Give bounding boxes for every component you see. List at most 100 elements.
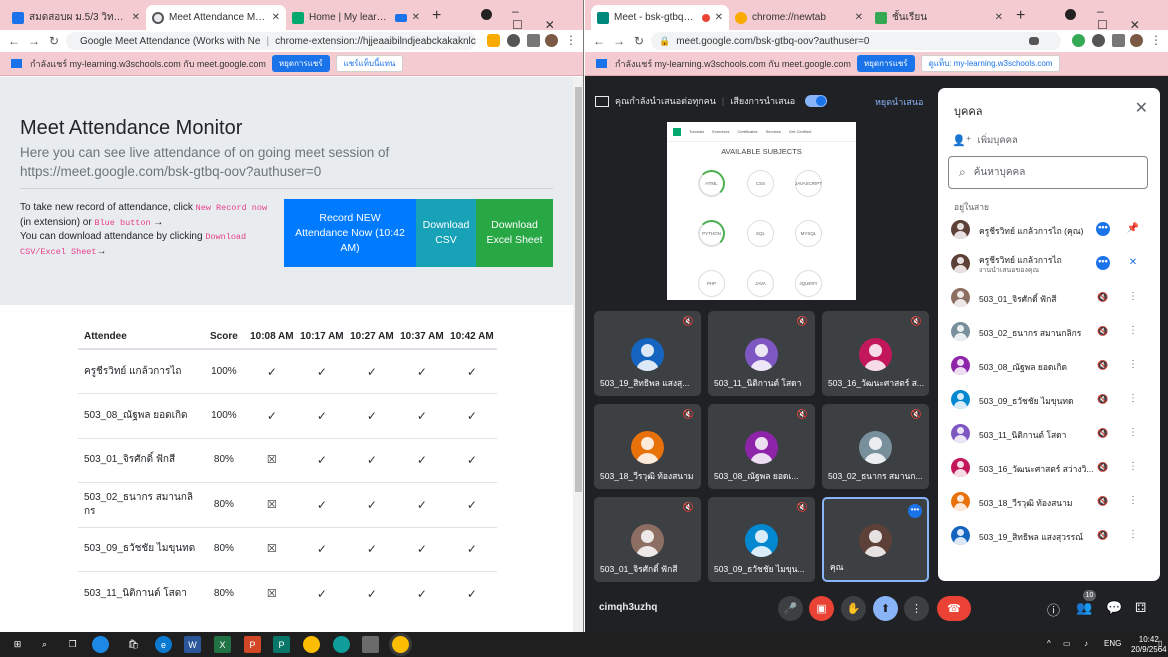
extension-icon[interactable]: [507, 34, 520, 47]
participant-list-item[interactable]: 503_19_สิทธิพล แสงสุวรรณ์ 🔇 ⋮: [938, 520, 1160, 554]
puzzle-extensions-icon[interactable]: [1112, 34, 1125, 47]
more-options-icon[interactable]: •••: [1096, 222, 1110, 236]
tab-classroom[interactable]: สมดสอบผ ม.5/3 วิทยอนเมื่อเช้น ✕: [6, 5, 146, 30]
mic-off-icon[interactable]: 🔇: [1096, 324, 1110, 338]
windows-start-icon[interactable]: ⊞: [9, 636, 26, 653]
self-tile[interactable]: ••• คุณ: [822, 497, 929, 582]
chrome-active-icon[interactable]: [392, 636, 409, 653]
raise-hand-icon[interactable]: ✋: [841, 596, 866, 621]
volume-icon[interactable]: ♪: [1084, 639, 1088, 648]
more-options-icon[interactable]: ⋮: [1126, 358, 1140, 372]
close-tab-icon[interactable]: ✕: [132, 12, 140, 23]
participant-list-item[interactable]: ครูชีรวิทย์ แกล้วการไถ งานนำเสนอของคุณ •…: [938, 248, 1160, 282]
close-tab-icon[interactable]: ✕: [412, 12, 420, 23]
profile-avatar-icon[interactable]: [1130, 34, 1143, 47]
close-tab-icon[interactable]: ✕: [995, 12, 1003, 23]
excel-icon[interactable]: X: [214, 636, 231, 653]
back-icon[interactable]: ←: [589, 34, 609, 48]
participant-tile[interactable]: 🔇 503_19_สิทธิพล แสงสุ...: [594, 311, 701, 396]
more-options-icon[interactable]: ⋮: [1126, 426, 1140, 440]
network-icon[interactable]: ▭: [1063, 639, 1071, 648]
close-panel-icon[interactable]: ✕: [1135, 98, 1148, 118]
more-options-icon[interactable]: ⋮: [1126, 324, 1140, 338]
more-options-icon[interactable]: ⋮: [1126, 528, 1140, 542]
more-options-icon[interactable]: ⋮: [1126, 494, 1140, 508]
puzzle-extensions-icon[interactable]: [527, 34, 540, 47]
extension-icon[interactable]: [1072, 34, 1085, 47]
present-now-icon[interactable]: ⬆: [873, 596, 898, 621]
mic-off-icon[interactable]: 🔇: [1096, 528, 1110, 542]
camera-off-icon[interactable]: ▣: [809, 596, 834, 621]
page-scrollbar[interactable]: [573, 77, 583, 632]
mic-off-icon[interactable]: 🔇: [1096, 426, 1110, 440]
extension-icon[interactable]: [1092, 34, 1105, 47]
people-icon[interactable]: 👥: [1076, 600, 1092, 616]
participant-tile[interactable]: 🔇 503_09_ธวัชชัย ไมขุน...: [708, 497, 815, 582]
participant-tile[interactable]: 🔇 503_01_จิรศักดิ์ ฟักสี: [594, 497, 701, 582]
stop-presenting-button[interactable]: หยุดนำเสนอ: [875, 95, 923, 109]
scrollbar-thumb[interactable]: [575, 87, 582, 492]
profile-avatar-icon[interactable]: [545, 34, 558, 47]
pin-icon[interactable]: 📌: [1126, 222, 1140, 236]
new-tab-icon[interactable]: +: [432, 7, 441, 25]
menu-kebab-icon[interactable]: ⋮: [565, 33, 577, 47]
tab-search-icon[interactable]: [1065, 9, 1076, 20]
tab-classroom[interactable]: ชั้นเรียน ✕: [869, 5, 1009, 30]
participant-tile[interactable]: 🔇 503_11_นิติกานต์ โสดา: [708, 311, 815, 396]
more-options-icon[interactable]: ⋮: [1126, 392, 1140, 406]
participant-list-item[interactable]: ครูชีรวิทย์ แกล้วการไถ (คุณ) ••• 📌: [938, 214, 1160, 248]
task-view-icon[interactable]: ❐: [64, 636, 81, 653]
stop-sharing-button[interactable]: หยุดการแชร์: [856, 55, 915, 72]
address-bar[interactable]: Google Meet Attendance (Works with Ne | …: [66, 32, 476, 50]
participant-list-item[interactable]: 503_16_วัฒนะศาสตร์ สว่างวิ... 🔇 ⋮: [938, 452, 1160, 486]
meeting-details-icon[interactable]: ⓘ: [1047, 600, 1060, 619]
mic-off-icon[interactable]: 🔇: [1096, 392, 1110, 406]
window-controls[interactable]: –☐✕: [1097, 4, 1168, 32]
participant-list-item[interactable]: 503_02_ธนากร สมานกลิกร 🔇 ⋮: [938, 316, 1160, 350]
more-options-icon[interactable]: ⋮: [1126, 290, 1140, 304]
view-shared-tab-button[interactable]: ดูแท็บ: my-learning.w3schools.com: [920, 55, 1061, 72]
extension-icon[interactable]: [487, 34, 500, 47]
back-icon[interactable]: ←: [4, 34, 24, 48]
stop-sharing-button[interactable]: หยุดการแชร์: [271, 55, 330, 72]
chrome-icon[interactable]: [303, 636, 320, 653]
microphone-icon[interactable]: 🎤: [778, 596, 803, 621]
chat-icon[interactable]: 💬: [1106, 600, 1122, 616]
more-options-icon[interactable]: •••: [1096, 256, 1110, 270]
participant-tile[interactable]: 🔇 503_08_ณัฐพล ยอดเ...: [708, 404, 815, 489]
address-bar[interactable]: 🔒 meet.google.com/bsk-gtbq-oov?authuser=…: [651, 32, 1061, 50]
mic-off-icon[interactable]: 🔇: [1096, 290, 1110, 304]
tab-meet-attendance[interactable]: Meet Attendance Monitor ✕: [146, 5, 286, 30]
forward-icon[interactable]: →: [609, 34, 629, 48]
mic-off-icon[interactable]: 🔇: [1096, 460, 1110, 474]
reload-icon[interactable]: ↻: [629, 34, 649, 48]
mic-off-icon[interactable]: 🔇: [1096, 358, 1110, 372]
app-icon[interactable]: [362, 636, 379, 653]
unpin-icon[interactable]: ✕: [1126, 256, 1140, 270]
more-options-icon[interactable]: •••: [908, 504, 922, 518]
notification-icon[interactable]: ▯: [1158, 639, 1162, 648]
word-icon[interactable]: W: [184, 636, 201, 653]
presentation-audio-toggle[interactable]: [805, 95, 828, 107]
search-icon[interactable]: ⌕: [36, 636, 53, 653]
window-controls[interactable]: –☐✕: [512, 4, 583, 32]
add-people-button[interactable]: 👤⁺ เพิ่มบุคคล: [952, 133, 1018, 148]
leave-call-icon[interactable]: ☎: [937, 596, 971, 621]
tab-newtab[interactable]: chrome://newtab ✕: [729, 5, 869, 30]
participant-list-item[interactable]: 503_01_จิรศักดิ์ ฟักสี 🔇 ⋮: [938, 282, 1160, 316]
activities-icon[interactable]: ⚃: [1135, 600, 1146, 616]
close-tab-icon[interactable]: ✕: [855, 12, 863, 23]
more-options-icon[interactable]: ⋮: [904, 596, 929, 621]
store-icon[interactable]: 🛍: [125, 636, 142, 653]
reload-icon[interactable]: ↻: [44, 34, 64, 48]
participant-tile[interactable]: 🔇 503_18_วีรวุฒิ ท้องสนาม: [594, 404, 701, 489]
people-app-icon[interactable]: [92, 636, 109, 653]
participant-list-item[interactable]: 503_08_ณัฐพล ยอดเกิด 🔇 ⋮: [938, 350, 1160, 384]
tab-w3schools[interactable]: Home | My learning | W3S ✕: [286, 5, 426, 30]
participant-list-item[interactable]: 503_09_ธวัชชัย ไมขุนทด 🔇 ⋮: [938, 384, 1160, 418]
forward-icon[interactable]: →: [24, 34, 44, 48]
tab-search-icon[interactable]: [481, 9, 492, 20]
camera-in-use-icon[interactable]: [1029, 37, 1039, 45]
more-options-icon[interactable]: ⋮: [1126, 460, 1140, 474]
tab-meet[interactable]: Meet - bsk-gtbq-oov ✕: [591, 5, 729, 30]
